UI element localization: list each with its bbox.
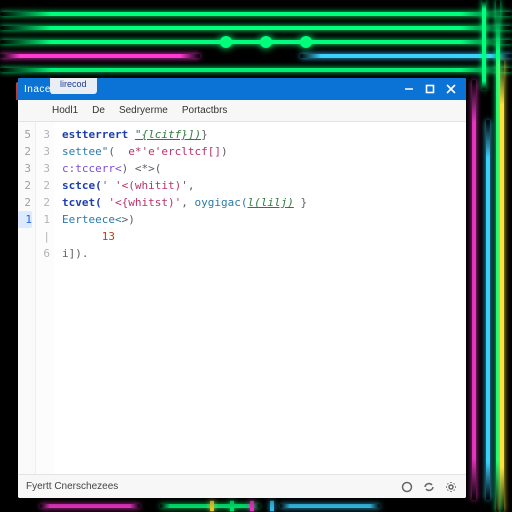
editor-window: Inacepcultan Hodl1 De Sedryerme Portactb… [18, 78, 466, 498]
gutter-primary: 523221 [18, 122, 36, 474]
menu-item[interactable]: Sedryerme [119, 105, 168, 116]
settings-icon[interactable] [444, 480, 458, 494]
sync-icon[interactable] [422, 480, 436, 494]
file-tab[interactable]: lirecod [50, 78, 97, 94]
editor-body: 523221 333221|6 estterrert "{lcitf}])}se… [18, 122, 466, 474]
close-button[interactable] [442, 82, 460, 96]
menu-item[interactable]: Hodl1 [52, 105, 78, 116]
status-bar: Fyertt Cnerschezees [18, 474, 466, 498]
notification-icon[interactable] [400, 480, 414, 494]
maximize-button[interactable] [421, 82, 439, 96]
code-editor[interactable]: estterrert "{lcitf}])}settee"( e*'e'ercl… [54, 122, 466, 474]
menubar: Hodl1 De Sedryerme Portactbrs [18, 100, 466, 122]
minimize-button[interactable] [400, 82, 418, 96]
status-text: Fyertt Cnerschezees [26, 481, 118, 492]
gutter-secondary: 333221|6 [36, 122, 54, 474]
menu-item[interactable]: De [92, 105, 105, 116]
menu-item[interactable]: Portactbrs [182, 105, 228, 116]
